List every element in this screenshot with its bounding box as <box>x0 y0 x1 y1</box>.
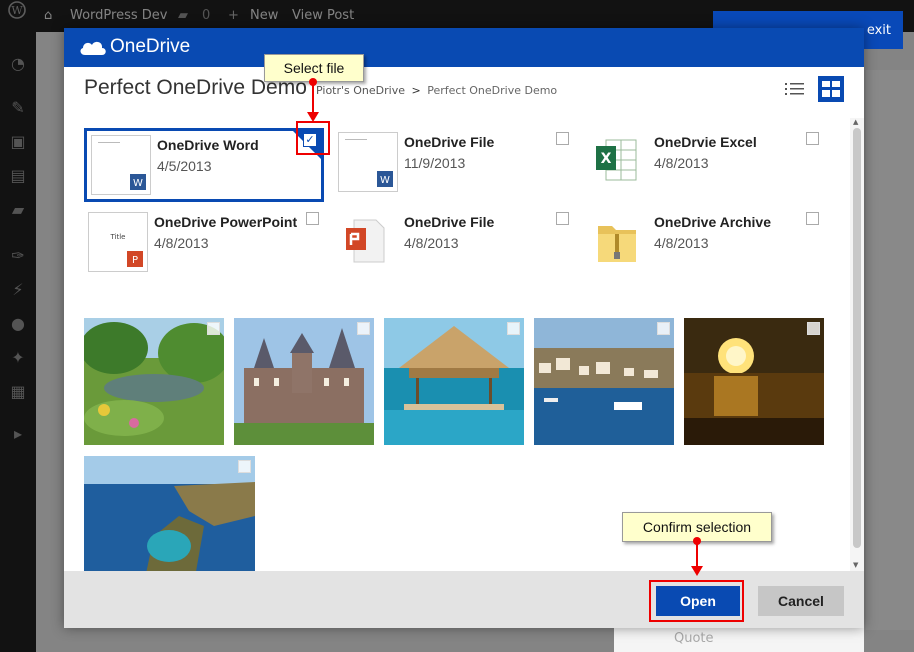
harbour-town-image <box>534 318 674 445</box>
file-checkbox[interactable] <box>556 132 569 145</box>
thumbnail-view-icon[interactable] <box>818 76 844 102</box>
file-item[interactable]: W OneDrive File 11/9/2013 <box>334 128 574 202</box>
callout-pointer-line <box>696 543 698 567</box>
checkbox-highlight-box <box>296 121 330 155</box>
svg-text:W: W <box>380 175 390 186</box>
svg-text:P: P <box>132 255 138 266</box>
file-name: OneDrvie Excel <box>654 134 757 150</box>
document-thumbnail: W <box>91 135 151 195</box>
photo-item[interactable] <box>234 318 374 445</box>
cancel-button[interactable]: Cancel <box>758 586 844 616</box>
photo-checkbox[interactable] <box>657 322 670 335</box>
file-date: 4/8/2013 <box>404 235 459 251</box>
file-name: OneDrive File <box>404 134 495 150</box>
background-quote-option: Quote <box>614 626 864 652</box>
onedrive-header: OneDrive <box>64 28 864 67</box>
callout-pointer-line <box>312 84 314 114</box>
file-name: OneDrive File <box>404 214 495 230</box>
photo-checkbox[interactable] <box>357 322 370 335</box>
file-checkbox[interactable] <box>806 132 819 145</box>
exit-link[interactable]: exit <box>867 23 891 38</box>
onedrive-cloud-icon <box>78 37 108 61</box>
coastal-bay-image <box>84 456 255 571</box>
excel-icon: X <box>588 132 648 192</box>
file-date: 4/5/2013 <box>157 158 212 174</box>
breadcrumb: Piotr's OneDrive > Perfect OneDrive Demo <box>316 84 557 97</box>
photo-checkbox[interactable] <box>807 322 820 335</box>
file-checkbox[interactable] <box>306 212 319 225</box>
photo-checkbox[interactable] <box>207 322 220 335</box>
open-button-highlight-box <box>649 580 744 622</box>
svg-text:X: X <box>601 151 612 167</box>
scrollbar-thumb[interactable] <box>853 128 861 548</box>
photo-checkbox[interactable] <box>507 322 520 335</box>
pdf-icon <box>338 212 398 272</box>
photo-item[interactable] <box>84 318 224 445</box>
file-grid: W OneDrive Word 4/5/2013 ✓ W OneDrive Fi… <box>84 118 850 571</box>
file-item[interactable]: OneDrive Archive 4/8/2013 <box>584 208 824 282</box>
file-name: OneDrive PowerPoint <box>154 214 298 230</box>
garden-pond-image <box>84 318 224 445</box>
file-item[interactable]: OneDrive File 4/8/2013 <box>334 208 574 282</box>
photo-checkbox[interactable] <box>238 460 251 473</box>
file-name: OneDrive Word <box>157 137 259 153</box>
dialog-footer: Open Cancel <box>64 571 864 628</box>
photo-item[interactable] <box>534 318 674 445</box>
quote-label: Quote <box>674 631 714 646</box>
photo-item[interactable] <box>384 318 524 445</box>
file-checkbox[interactable] <box>806 212 819 225</box>
file-date: 4/8/2013 <box>654 155 709 171</box>
file-date: 4/8/2013 <box>654 235 709 251</box>
castle-image <box>234 318 374 445</box>
scroll-down-icon[interactable]: ▼ <box>853 561 858 569</box>
file-name: OneDrive Archive <box>654 214 771 230</box>
onedrive-brand: OneDrive <box>110 36 191 57</box>
breadcrumb-current: Perfect OneDrive Demo <box>427 84 558 97</box>
photo-item[interactable] <box>684 318 824 445</box>
file-checkbox[interactable] <box>556 212 569 225</box>
file-item[interactable]: X OneDrvie Excel 4/8/2013 <box>584 128 824 202</box>
file-date: 4/8/2013 <box>154 235 209 251</box>
file-item[interactable]: Title P OneDrive PowerPoint 4/8/2013 <box>84 208 324 282</box>
thatched-hut-image <box>384 318 524 445</box>
photo-item[interactable] <box>84 456 255 571</box>
breadcrumb-separator: > <box>411 84 421 97</box>
callout-arrowhead <box>691 566 703 576</box>
vertical-scrollbar[interactable]: ▲ ▼ <box>850 118 864 571</box>
document-thumbnail: W <box>338 132 398 192</box>
powerpoint-thumbnail: Title P <box>88 212 148 272</box>
file-item[interactable]: W OneDrive Word 4/5/2013 ✓ <box>84 128 324 202</box>
breadcrumb-root[interactable]: Piotr's OneDrive <box>316 84 405 97</box>
list-view-icon[interactable] <box>784 80 806 100</box>
file-date: 11/9/2013 <box>404 155 466 171</box>
scroll-up-icon[interactable]: ▲ <box>853 118 858 126</box>
svg-text:Title: Title <box>109 233 125 241</box>
svg-text:W: W <box>133 178 143 189</box>
sunset-sea-image <box>684 318 824 445</box>
zip-folder-icon <box>588 212 648 272</box>
